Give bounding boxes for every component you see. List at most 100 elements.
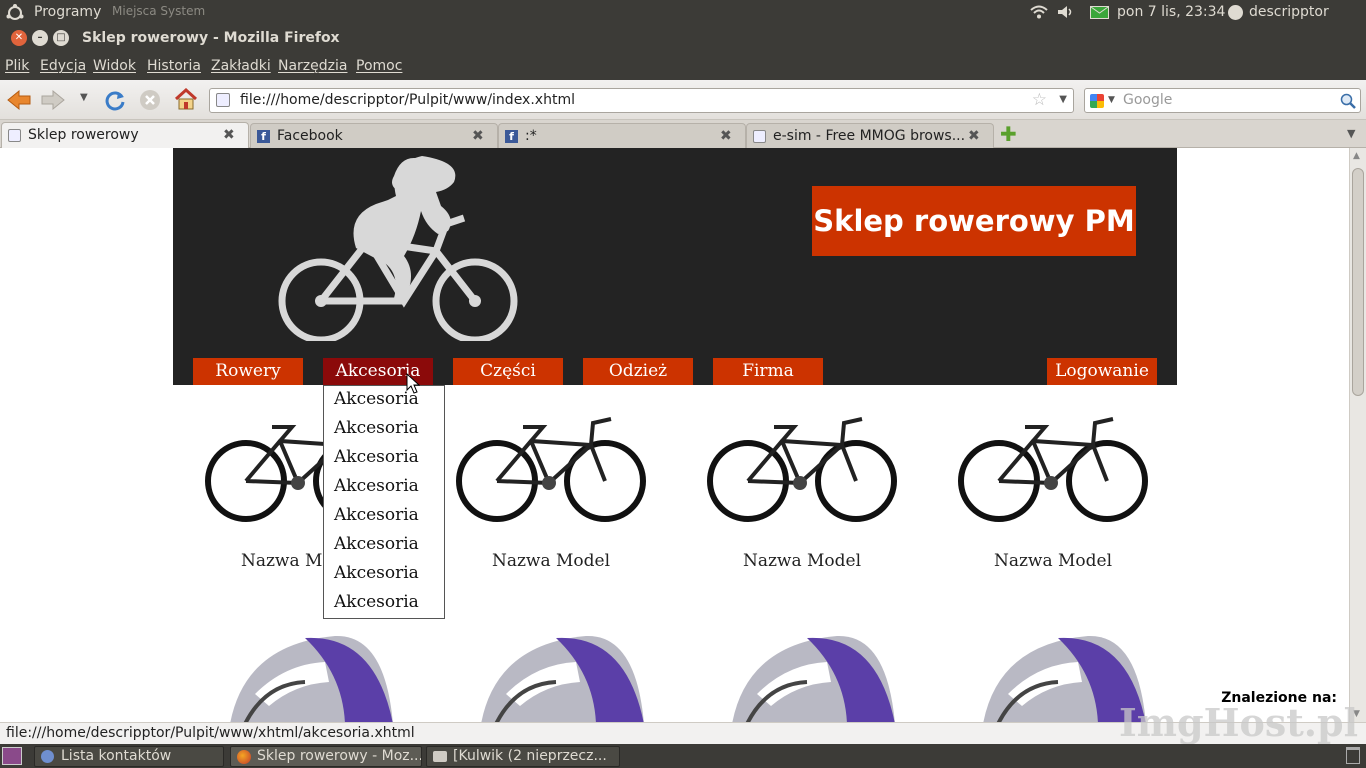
helmet-image[interactable]: [727, 634, 897, 722]
tab-label: e-sim - Free MMOG brows...: [773, 128, 966, 144]
menu-bookmarks[interactable]: Zakładki: [211, 58, 271, 74]
clock[interactable]: pon 7 lis, 23:34: [1117, 4, 1225, 20]
trash-icon[interactable]: [1346, 747, 1360, 764]
scroll-up-icon[interactable]: ▲: [1353, 151, 1360, 161]
tab-sklep-rowerowy[interactable]: Sklep rowerowy ✖: [1, 122, 249, 148]
bike-image: [958, 417, 1148, 522]
home-icon[interactable]: [174, 88, 198, 110]
close-tab-icon[interactable]: ✖: [968, 128, 980, 144]
minimize-window-icon[interactable]: –: [32, 30, 48, 46]
site-brand-title[interactable]: Sklep rowerowy PM: [812, 186, 1136, 256]
facebook-favicon-icon: f: [505, 130, 518, 143]
menu-view[interactable]: Widok: [93, 58, 136, 74]
page-favicon-icon: [8, 129, 21, 142]
imghost-watermark: ImgHost.pl: [1119, 700, 1358, 745]
task-firefox[interactable]: Sklep rowerowy - Moz...: [230, 746, 422, 767]
product-name[interactable]: Nazwa Model: [431, 551, 671, 571]
chat-icon: [433, 751, 447, 762]
tab-list-icon[interactable]: ▼: [1347, 127, 1355, 140]
close-tab-icon[interactable]: ✖: [223, 127, 235, 143]
product-name[interactable]: Nazwa Model: [933, 551, 1173, 571]
history-dropdown-icon[interactable]: ▼: [80, 92, 88, 103]
menu-edit[interactable]: Edycja: [40, 58, 86, 74]
nav-odziez[interactable]: Odzież: [583, 358, 693, 385]
show-desktop-icon[interactable]: [2, 747, 22, 765]
url-dropdown-icon[interactable]: ▼: [1059, 94, 1067, 105]
task-kulwik-chat[interactable]: [Kulwik (2 nieprzecz...: [426, 746, 620, 767]
nav-firma[interactable]: Firma: [713, 358, 823, 385]
tab-label: Sklep rowerowy: [28, 127, 139, 143]
search-icon[interactable]: [1340, 93, 1356, 109]
dropdown-item[interactable]: Akcesoria: [334, 534, 419, 554]
helmet-image[interactable]: [225, 634, 395, 722]
page-icon: [216, 93, 230, 107]
close-window-icon[interactable]: ✕: [11, 30, 27, 46]
places-system-menu[interactable]: Miejsca System: [112, 4, 205, 18]
bike-image: [456, 417, 646, 522]
reload-icon[interactable]: [104, 89, 126, 111]
address-bar[interactable]: file:///home/descripptor/Pulpit/www/inde…: [209, 88, 1074, 113]
menu-tools[interactable]: Narzędzia: [278, 58, 347, 74]
menu-help[interactable]: Pomoc: [356, 58, 402, 74]
menu-history[interactable]: Historia: [147, 58, 201, 74]
user-status-icon[interactable]: [1228, 5, 1243, 20]
back-icon[interactable]: [6, 89, 32, 111]
tab-label: Facebook: [277, 128, 343, 144]
close-tab-icon[interactable]: ✖: [472, 128, 484, 144]
facebook-favicon-icon: f: [257, 130, 270, 143]
close-tab-icon[interactable]: ✖: [720, 128, 732, 144]
system-top-panel: Programy Miejsca System pon 7 lis, 23:34…: [0, 0, 1366, 25]
maximize-window-icon[interactable]: □: [53, 30, 69, 46]
menu-file[interactable]: Plik: [5, 58, 29, 74]
product-card[interactable]: Nazwa Model: [682, 413, 922, 583]
task-label: [Kulwik (2 nieprzecz...: [453, 748, 607, 764]
task-label: Sklep rowerowy - Moz...: [257, 748, 422, 764]
tab-facebook[interactable]: f Facebook ✖: [250, 123, 498, 148]
dropdown-item[interactable]: Akcesoria: [334, 592, 419, 612]
tab-esim[interactable]: e-sim - Free MMOG brows... ✖: [746, 123, 994, 148]
new-tab-icon[interactable]: ✚: [1000, 122, 1017, 146]
dropdown-item[interactable]: Akcesoria: [334, 505, 419, 525]
dropdown-item[interactable]: Akcesoria: [334, 476, 419, 496]
page-viewport: Sklep rowerowy PM Rowery Akcesoria Częśc…: [0, 148, 1349, 722]
ubuntu-logo-icon[interactable]: [6, 4, 24, 22]
menu-bar: Plik Edycja Widok Historia Zakładki Narz…: [0, 52, 1366, 80]
forward-icon[interactable]: [40, 89, 66, 111]
volume-icon[interactable]: [1057, 5, 1075, 19]
product-card[interactable]: Nazwa Model: [431, 413, 671, 583]
stop-icon[interactable]: [139, 89, 161, 111]
dropdown-item[interactable]: Akcesoria: [334, 447, 419, 467]
window-title: Sklep rowerowy - Mozilla Firefox: [82, 30, 340, 46]
tab-strip: Sklep rowerowy ✖ f Facebook ✖ f :* ✖ e-s…: [0, 120, 1366, 148]
dropdown-item[interactable]: Akcesoria: [334, 418, 419, 438]
firefox-icon: [237, 750, 251, 764]
mouse-cursor-icon: [406, 373, 420, 394]
wifi-icon[interactable]: [1030, 5, 1048, 19]
search-bar[interactable]: ▼ Google: [1084, 88, 1361, 113]
nav-logowanie[interactable]: Logowanie: [1047, 358, 1157, 385]
url-text[interactable]: file:///home/descripptor/Pulpit/www/inde…: [240, 92, 575, 108]
scrollbar-thumb[interactable]: [1352, 168, 1364, 396]
product-name[interactable]: Nazwa Model: [682, 551, 922, 571]
user-name[interactable]: descripptor: [1249, 4, 1329, 20]
engine-dropdown-icon[interactable]: ▼: [1108, 95, 1115, 105]
bookmark-star-icon[interactable]: ☆: [1032, 90, 1047, 110]
pidgin-icon: [41, 750, 54, 763]
tab-facebook-2[interactable]: f :* ✖: [498, 123, 746, 148]
dropdown-item[interactable]: Akcesoria: [334, 563, 419, 583]
bottom-taskbar: Lista kontaktów Sklep rowerowy - Moz... …: [0, 744, 1366, 768]
product-card[interactable]: Nazwa Model: [933, 413, 1173, 583]
task-lista-kontaktow[interactable]: Lista kontaktów: [34, 746, 224, 767]
task-label: Lista kontaktów: [61, 748, 172, 764]
page-favicon-icon: [753, 130, 766, 143]
akcesoria-dropdown-menu: Akcesoria Akcesoria Akcesoria Akcesoria …: [323, 385, 445, 619]
site-header: Sklep rowerowy PM Rowery Akcesoria Częśc…: [173, 148, 1177, 385]
vertical-scrollbar[interactable]: ▲ ▼: [1349, 148, 1366, 722]
search-placeholder[interactable]: Google: [1123, 92, 1172, 108]
nav-czesci[interactable]: Części: [453, 358, 563, 385]
google-engine-icon[interactable]: [1090, 94, 1104, 108]
helmet-image[interactable]: [476, 634, 646, 722]
applications-menu[interactable]: Programy: [34, 4, 101, 20]
nav-rowery[interactable]: Rowery: [193, 358, 303, 385]
mail-icon[interactable]: [1090, 6, 1109, 19]
